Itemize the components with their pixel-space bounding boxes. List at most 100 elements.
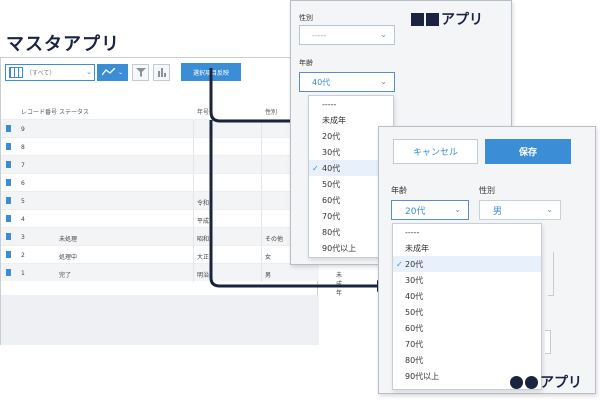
age-option[interactable]: 50代 [393, 304, 541, 320]
column-divider [261, 228, 262, 246]
table-row[interactable]: 4 平成 [1, 209, 319, 228]
document-icon[interactable] [6, 143, 11, 150]
table-row[interactable]: 1 完了 明治 男 未成年 [1, 263, 342, 297]
app2-name: アプリ [540, 375, 582, 391]
chevron-down-icon: ⌄ [117, 68, 124, 76]
app1-sex-select[interactable]: ----- ⌄ [299, 25, 395, 45]
age-option-label: 50代 [405, 307, 424, 317]
table-row[interactable]: 6 [1, 173, 319, 192]
table-row[interactable]: 9 [1, 119, 319, 138]
era-cell: 大正 [197, 254, 210, 261]
age-option[interactable]: ----- [393, 224, 541, 240]
age-option-label: 30代 [322, 147, 341, 157]
graph-button[interactable]: ⌄ [97, 63, 128, 81]
view-select[interactable]: （すべて） ⌄ [5, 63, 95, 81]
circle-icon [510, 375, 523, 389]
column-divider [193, 138, 194, 156]
document-icon[interactable] [6, 251, 11, 258]
filter-icon [135, 67, 146, 77]
column-divider [261, 192, 262, 210]
era-cell: 昭和 [197, 236, 210, 243]
age-option[interactable]: 70代 [393, 336, 541, 352]
graph-view-button[interactable] [153, 63, 170, 81]
document-icon[interactable] [6, 269, 11, 276]
age-option[interactable]: ✓ 20代 [393, 256, 541, 272]
age-option-label: 未成年 [322, 115, 346, 125]
column-header-sex: 性別 [265, 109, 278, 116]
age-option-label: 40代 [322, 163, 341, 173]
view-list-icon [9, 66, 23, 78]
table-body: 9 8 7 6 5 令和 4 平成 3 未処理 昭和 その他 2 処理中 大正 女 1 完了 明治 男 未成年 [1, 119, 342, 297]
age-option-label: 20代 [405, 259, 424, 269]
age-option[interactable]: 未成年 [393, 240, 541, 256]
age-option-label: 未成年 [405, 243, 429, 253]
record-no-cell: 1 [21, 270, 25, 277]
age-option[interactable]: 80代 [393, 352, 541, 368]
column-header-era: 年号 [197, 109, 210, 116]
age-option[interactable]: 30代 [393, 272, 541, 288]
chevron-down-icon: ⌄ [380, 30, 387, 39]
app2-age-dropdown: ----- 未成年 ✓ 20代 30代 40代 50代 60代 70代 80代 90代以上 [392, 223, 542, 390]
column-divider [261, 138, 262, 156]
document-icon[interactable] [6, 179, 11, 186]
age-option-label: 60代 [405, 323, 424, 333]
age-option-label: 70代 [322, 211, 341, 221]
extra-cell: 未成年 [336, 272, 343, 297]
app2-label: アプリ [510, 372, 582, 392]
column-divider [261, 174, 262, 192]
app2-sex-select[interactable]: 男 ⌄ [479, 200, 561, 220]
age-option-label: 60代 [322, 195, 341, 205]
record-list-panel: （すべて） ⌄ ⌄ 選択項目反映 レコード番号 ステータス 年号 性別 9 8 7 6… [0, 57, 342, 345]
app2-age-select[interactable]: 20代 ⌄ [391, 200, 469, 220]
document-icon[interactable] [6, 233, 11, 240]
document-icon[interactable] [6, 215, 11, 222]
table-row[interactable]: 7 [1, 155, 319, 174]
background-field-edge [548, 252, 554, 296]
view-select-value: （すべて） [26, 69, 56, 77]
app1-name: アプリ [441, 12, 483, 28]
age-option-label: 80代 [322, 227, 341, 237]
square-icon [411, 12, 424, 26]
record-no-cell: 7 [21, 162, 25, 169]
document-icon[interactable] [6, 161, 11, 168]
age-option[interactable]: ----- [309, 96, 393, 112]
record-no-cell: 9 [21, 126, 25, 133]
table-row[interactable]: 2 処理中 大正 女 [1, 245, 319, 264]
graph-icon [101, 68, 116, 76]
status-cell: 完了 [59, 272, 72, 279]
sex-cell: 男 [265, 272, 272, 279]
column-divider [193, 156, 194, 174]
app1-label: アプリ [411, 9, 483, 29]
filter-button[interactable] [132, 63, 149, 81]
cancel-button[interactable]: キャンセル [393, 139, 478, 164]
app1-age-select[interactable]: 40代 ⌄ [299, 72, 395, 92]
document-icon[interactable] [6, 197, 11, 204]
column-header-record-no: レコード番号 [21, 109, 58, 116]
age-option-label: 90代以上 [322, 243, 357, 253]
column-divider [261, 156, 262, 174]
document-icon[interactable] [6, 125, 11, 132]
column-divider [193, 264, 194, 282]
page-title: マスタアプリ [6, 34, 120, 55]
column-divider [193, 246, 194, 264]
age-option-label: 90代以上 [405, 371, 440, 381]
background-field-edge [545, 330, 551, 354]
age-option[interactable]: 60代 [393, 320, 541, 336]
age-option[interactable]: 40代 [393, 288, 541, 304]
era-cell: 明治 [197, 272, 210, 279]
app2-age-value: 20代 [405, 206, 426, 217]
table-row[interactable]: 8 [1, 137, 319, 156]
chevron-down-icon: ⌄ [380, 77, 387, 86]
apply-selection-button[interactable]: 選択項目反映 [181, 63, 241, 81]
column-divider [193, 228, 194, 246]
column-divider [261, 264, 262, 282]
check-icon: ✓ [312, 163, 319, 173]
chevron-down-icon: ⌄ [454, 205, 461, 214]
bar-chart-icon [157, 67, 166, 77]
save-button[interactable]: 保存 [485, 139, 571, 164]
chevron-down-icon: ⌄ [86, 68, 92, 76]
table-row[interactable]: 3 未処理 昭和 その他 [1, 227, 319, 246]
era-cell: 平成 [197, 218, 210, 225]
app2-sex-value: 男 [493, 206, 503, 217]
table-row[interactable]: 5 令和 [1, 191, 319, 210]
